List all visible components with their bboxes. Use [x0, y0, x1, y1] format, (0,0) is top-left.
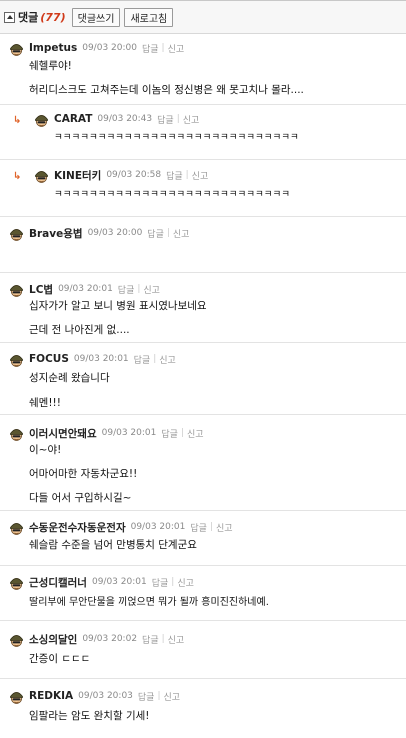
write-comment-button[interactable]: 댓글쓰기 — [71, 7, 121, 27]
comment-text: ㅋㅋㅋㅋㅋㅋㅋㅋㅋㅋㅋㅋㅋㅋㅋㅋㅋㅋㅋㅋㅋㅋㅋㅋㅋㅋㅋㅋ — [54, 132, 299, 143]
soldier-helmet-avatar-icon — [8, 519, 25, 536]
comment-item: REDKIA 09/03 20:03 답글 | 신고 임팔라는 암도 완치할 기세… — [0, 679, 406, 738]
soldier-helmet-avatar-icon — [8, 574, 25, 591]
comment-text: ㅋㅋㅋㅋㅋㅋㅋㅋㅋㅋㅋㅋㅋㅋㅋㅋㅋㅋㅋㅋㅋㅋㅋㅋㅋㅋㅋ — [54, 189, 290, 200]
soldier-helmet-avatar-icon — [8, 40, 25, 57]
reply-item: ↳ KINE터키 09/03 20:58 답글 | 신고 ㅋㅋㅋㅋㅋㅋㅋㅋㅋㅋㅋㅋ… — [0, 160, 406, 217]
comment-text: 딸리부에 무안단물을 끼얹으면 뭐가 될까 흥미진진하네예. — [29, 597, 269, 608]
report-link[interactable]: 신고 — [168, 42, 185, 55]
comment-text: 임팔라는 암도 완치할 기세! — [29, 710, 150, 722]
comment-item: Brave용볍 09/03 20:00 답글 | 신고 — [0, 217, 406, 273]
comments-title: 댓글 — [18, 11, 39, 24]
report-link[interactable]: 신고 — [168, 633, 185, 646]
comment-item: 이러시면안돼요 09/03 20:01 답글 | 신고 이~야! 어마어마한 자동… — [0, 415, 406, 511]
comment-author[interactable]: 수동운전수자동운전자 — [29, 520, 126, 535]
report-link[interactable]: 신고 — [173, 227, 190, 240]
comment-item: FOCUS 09/03 20:01 답글 | 신고 성지순례 왔습니다 쉐멘!!! — [0, 343, 406, 415]
comment-author[interactable]: KINE터키 — [54, 168, 101, 183]
comment-text: 간증이 ㄷㄷㄷ — [29, 653, 91, 665]
comment-author[interactable]: Brave용볍 — [29, 226, 83, 241]
reply-link[interactable]: 답글 — [142, 633, 159, 646]
soldier-helmet-avatar-icon — [33, 111, 50, 128]
soldier-helmet-avatar-icon — [8, 225, 25, 242]
soldier-helmet-avatar-icon — [8, 688, 25, 705]
comment-time: 09/03 20:01 — [91, 577, 147, 587]
refresh-button[interactable]: 새로고침 — [124, 7, 174, 27]
comment-author[interactable]: CARAT — [54, 113, 92, 125]
comment-item: 근성디캘러너 09/03 20:01 답글 | 신고 딸리부에 무안단물을 끼얹으… — [0, 566, 406, 621]
comment-time: 09/03 20:01 — [101, 428, 157, 438]
reply-arrow-icon: ↳ — [13, 115, 22, 126]
report-link[interactable]: 신고 — [187, 427, 204, 440]
soldier-helmet-avatar-icon — [33, 167, 50, 184]
reply-link[interactable]: 답글 — [138, 690, 155, 703]
comment-time: 09/03 20:00 — [87, 228, 143, 238]
comment-text: 쉐슬람 수준을 넘어 만병통치 단계군요 — [29, 539, 197, 551]
report-link[interactable]: 신고 — [164, 690, 181, 703]
comment-time: 09/03 20:01 — [73, 354, 129, 364]
comment-time: 09/03 20:02 — [82, 634, 138, 644]
comment-item: Impetus 09/03 20:00 답글 | 신고 쉐헬루야! 허리디스크도 … — [0, 34, 406, 105]
reply-link[interactable]: 답글 — [118, 283, 135, 296]
report-link[interactable]: 신고 — [143, 283, 160, 296]
comment-item: LC볍 09/03 20:01 답글 | 신고 십자가가 알고 보니 병원 표시였… — [0, 273, 406, 343]
reply-arrow-icon: ↳ — [13, 171, 22, 182]
comment-author[interactable]: 이러시면안돼요 — [29, 426, 97, 441]
reply-link[interactable]: 답글 — [134, 353, 151, 366]
collapse-toggle-icon[interactable] — [4, 11, 15, 23]
comment-time: 09/03 20:01 — [58, 284, 113, 294]
soldier-helmet-avatar-icon — [8, 425, 25, 442]
comment-author[interactable]: 근성디캘러너 — [29, 575, 87, 590]
comment-item: 수동운전수자동운전자 09/03 20:01 답글 | 신고 쉐슬람 수준을 넘어… — [0, 511, 406, 566]
comment-text: 다들 어서 구입하시길~ — [29, 492, 132, 504]
comment-text: 쉐헬루야! — [29, 60, 72, 72]
comment-time: 09/03 20:03 — [78, 691, 133, 701]
comment-author[interactable]: Impetus — [29, 42, 77, 54]
comment-text: 어마어마한 자동차군요!! — [29, 468, 138, 480]
comment-text: 십자가가 알고 보니 병원 표시였나보네요 — [29, 300, 207, 312]
reply-link[interactable]: 답글 — [166, 169, 183, 182]
report-link[interactable]: 신고 — [183, 113, 200, 126]
reply-item: ↳ CARAT 09/03 20:43 답글 | 신고 ㅋㅋㅋㅋㅋㅋㅋㅋㅋㅋㅋㅋㅋ… — [0, 105, 406, 160]
comment-item: 소싱의달인 09/03 20:02 답글 | 신고 간증이 ㄷㄷㄷ — [0, 621, 406, 679]
comment-time: 09/03 20:01 — [130, 522, 186, 532]
soldier-helmet-avatar-icon — [8, 631, 25, 648]
comment-text: 성지순례 왔습니다 — [29, 372, 110, 384]
report-link[interactable]: 신고 — [177, 576, 194, 589]
comment-author[interactable]: REDKIA — [29, 690, 73, 702]
comment-text: 이~야! — [29, 444, 62, 456]
comment-author[interactable]: LC볍 — [29, 282, 53, 297]
comment-author[interactable]: 소싱의달인 — [29, 632, 77, 647]
reply-link[interactable]: 답글 — [152, 576, 169, 589]
report-link[interactable]: 신고 — [192, 169, 209, 182]
comments-count: (77) — [40, 10, 66, 24]
reply-link[interactable]: 답글 — [190, 521, 207, 534]
comment-text: 허리디스크도 고쳐주는데 이놈의 정신병은 왜 못고치나 몰라.... — [29, 84, 304, 96]
soldier-helmet-avatar-icon — [8, 351, 25, 368]
reply-link[interactable]: 답글 — [161, 427, 178, 440]
comment-text: 쉐멘!!! — [29, 397, 61, 409]
comments-header: 댓글 (77) 댓글쓰기 새로고침 — [0, 0, 406, 34]
reply-link[interactable]: 답글 — [142, 42, 159, 55]
reply-link[interactable]: 답글 — [147, 227, 164, 240]
soldier-helmet-avatar-icon — [8, 281, 25, 298]
comment-time: 09/03 20:58 — [106, 170, 162, 180]
comment-time: 09/03 20:00 — [82, 43, 137, 53]
report-link[interactable]: 신고 — [159, 353, 176, 366]
reply-link[interactable]: 답글 — [157, 113, 174, 126]
comment-author[interactable]: FOCUS — [29, 353, 69, 365]
comment-text: 근데 전 나아진게 없.... — [29, 324, 130, 336]
comment-time: 09/03 20:43 — [97, 114, 153, 124]
report-link[interactable]: 신고 — [216, 521, 233, 534]
